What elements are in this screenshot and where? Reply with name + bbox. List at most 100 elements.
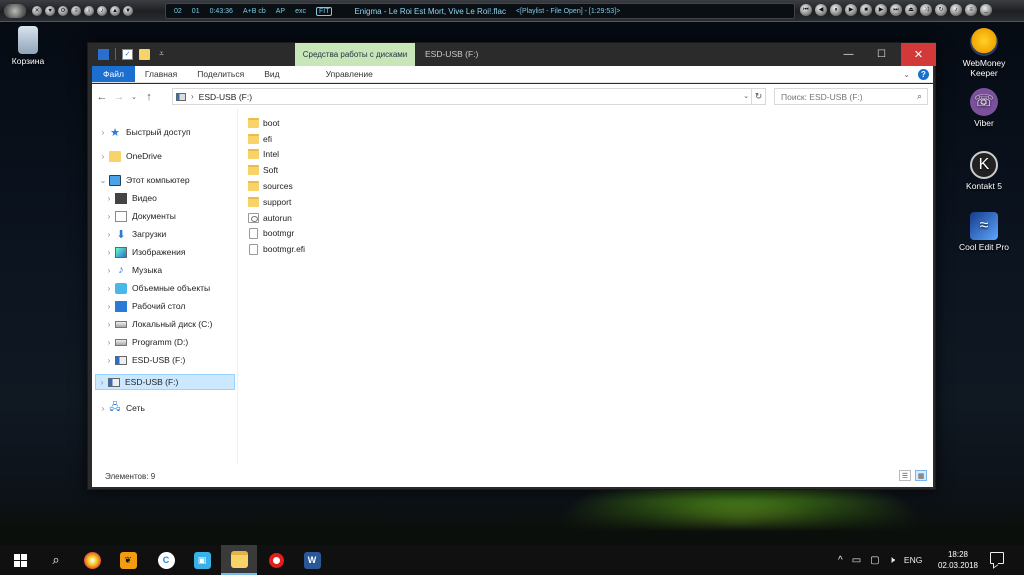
action-center-icon[interactable] [990,552,1004,564]
expand-arrow-icon[interactable]: › [103,194,115,203]
refresh-icon[interactable]: ↻ [751,89,765,104]
expand-arrow-icon[interactable]: › [103,230,115,239]
tab-view[interactable]: Вид [254,66,289,82]
address-bar[interactable]: › ESD-USB (F:) ⌄ ↻ [172,88,766,105]
new-folder-icon[interactable] [139,48,150,60]
tree-item-3d-objects[interactable]: › Объемные объекты [103,280,210,296]
tree-item-music[interactable]: › ♪ Музыка [103,262,162,278]
search-taskbar-button[interactable]: ⌕ [38,545,74,575]
file-item-support[interactable]: support [248,194,305,210]
player-next-icon[interactable]: ⏭ [890,4,902,16]
forward-button[interactable]: → [112,91,126,103]
file-item-sources[interactable]: sources [248,178,305,194]
player-stop-icon[interactable]: ■ [860,4,872,16]
context-tab-drive-tools[interactable]: Средства работы с дисками [295,43,415,66]
properties-icon[interactable]: ✓ [122,48,133,60]
tree-item-video[interactable]: › Видео [103,190,157,206]
volume-muted-icon[interactable]: 🕨 [889,555,895,566]
file-item-autorun[interactable]: autorun [248,210,305,226]
player-volume-icon[interactable]: ♪ [950,4,962,16]
input-language[interactable]: ENG [904,555,922,565]
expand-arrow-icon[interactable]: › [97,128,109,137]
details-view-icon[interactable]: ☰ [899,470,911,481]
player-menu-icon[interactable]: ≡ [71,5,81,16]
file-item-bootmgr[interactable]: bootmgr [248,226,305,242]
customize-qa-icon[interactable]: ⩡ [156,49,167,60]
help-icon[interactable]: ? [918,69,929,80]
search-box[interactable]: ⌕ [774,88,928,105]
player-shuffle-icon[interactable]: ⤨ [920,4,932,16]
expand-ribbon-icon[interactable]: ⌄ [903,70,910,79]
tab-manage[interactable]: Управление [304,66,395,82]
file-item-boot[interactable]: boot [248,115,305,131]
address-path[interactable]: ESD-USB (F:) [199,92,252,102]
window-app-icon[interactable] [98,48,109,60]
taskbar-clock[interactable]: 18:28 02.03.2018 [936,549,980,571]
tab-share[interactable]: Поделиться [187,66,254,82]
desktop-icon-webmoney[interactable]: WebMoney Keeper [949,28,1019,78]
tree-item-documents[interactable]: › Документы [103,208,176,224]
file-item-bootmgr-efi[interactable]: bootmgr.efi [248,241,305,257]
player-options-icon[interactable]: ▼ [123,5,133,16]
start-button[interactable] [2,545,38,575]
player-minimize-icon[interactable]: _ [980,4,992,16]
expand-arrow-icon[interactable]: › [97,152,109,161]
player-rewind-icon[interactable]: ◀ [815,4,827,16]
taskbar-app-ccleaner[interactable]: C [148,545,184,575]
player-close-icon[interactable]: ✕ [32,5,42,16]
large-icons-view-icon[interactable]: ▦ [915,470,927,481]
player-mute-icon[interactable]: ♪ [97,5,107,16]
taskbar-app-fl-studio[interactable]: ❦ [110,545,146,575]
title-bar[interactable]: ✓ ⩡ Средства работы с дисками ESD-USB (F… [88,43,936,66]
recent-locations-chevron-icon[interactable]: ⌄ [129,93,139,101]
expand-arrow-icon[interactable]: › [103,284,115,293]
address-dropdown-icon[interactable]: ⌄ [743,92,749,100]
tree-item-quick-access[interactable]: › ★ Быстрый доступ [97,124,191,140]
tab-home[interactable]: Главная [135,66,187,82]
taskbar-app-paint[interactable] [74,545,110,575]
player-forward-icon[interactable]: ▶ [875,4,887,16]
tree-item-onedrive[interactable]: › OneDrive [97,148,162,164]
player-eject-icon[interactable]: ⏏ [905,4,917,16]
player-prev-icon[interactable]: ⏮ [800,4,812,16]
tree-item-local-disk-c[interactable]: › Локальный диск (C:) [103,316,213,332]
player-settings-icon[interactable]: ⚙ [58,5,68,16]
expand-arrow-icon[interactable]: › [103,266,115,275]
back-button[interactable]: ← [95,91,109,103]
taskbar-app-opera[interactable] [258,545,294,575]
minimize-button[interactable]: — [832,43,865,66]
close-button[interactable]: ✕ [901,43,936,66]
expand-arrow-icon[interactable]: › [96,378,108,387]
search-icon[interactable]: ⌕ [917,91,922,102]
tree-item-programm-d[interactable]: › Programm (D:) [103,334,189,350]
search-input[interactable] [781,91,906,102]
player-pause-icon[interactable]: ⏸ [830,4,842,16]
desktop-icon-viber[interactable]: ☏ Viber [949,88,1019,128]
tree-item-esd-usb-under-pc[interactable]: › ESD-USB (F:) [103,352,186,368]
desktop-icon-recycle-bin[interactable]: Корзина [0,26,63,66]
desktop-icon-kontakt[interactable]: K Kontakt 5 [949,151,1019,191]
player-eq-icon[interactable]: ▲ [110,5,120,16]
tab-file[interactable]: Файл [92,66,135,82]
display-icon[interactable]: ▢ [870,555,879,566]
network-status-icon[interactable]: ▭ [852,555,861,566]
player-heart-icon[interactable]: ♥ [45,5,55,16]
tree-item-this-pc[interactable]: ⌄ Этот компьютер [97,172,190,188]
tree-item-desktop[interactable]: › Рабочий стол [103,298,185,314]
maximize-button[interactable]: ☐ [865,43,898,66]
tree-item-pictures[interactable]: › Изображения [103,244,185,260]
show-hidden-icons-icon[interactable]: ^ [838,555,843,566]
player-play-icon[interactable]: ▶ [845,4,857,16]
expand-arrow-icon[interactable]: › [103,338,115,347]
player-repeat-icon[interactable]: ↻ [935,4,947,16]
player-info-icon[interactable]: i [84,5,94,16]
taskbar-app-photos[interactable]: ▣ [184,545,220,575]
expand-arrow-icon[interactable]: › [103,356,115,365]
file-item-efi[interactable]: efi [248,131,305,147]
file-item-soft[interactable]: Soft [248,162,305,178]
file-item-intel[interactable]: Intel [248,147,305,163]
expand-arrow-icon[interactable]: › [103,212,115,221]
tree-item-esd-usb-selected[interactable]: › ESD-USB (F:) [95,374,235,390]
tree-item-network[interactable]: › 🖧 Сеть [97,400,145,416]
collapse-arrow-icon[interactable]: ⌄ [97,176,109,185]
